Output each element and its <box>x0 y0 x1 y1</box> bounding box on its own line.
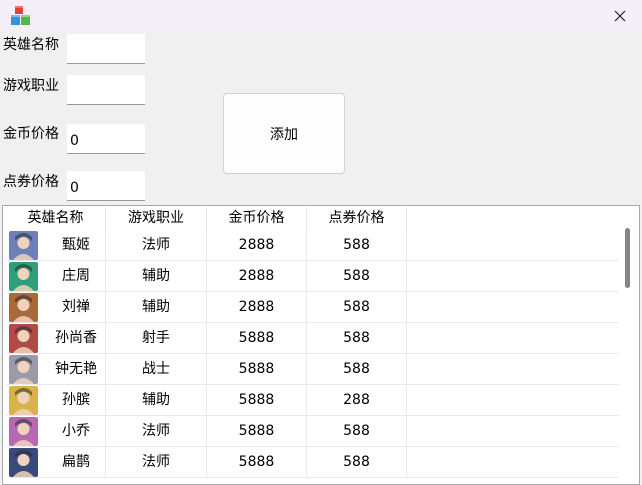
cell-voucher: 588 <box>307 354 407 384</box>
game-role-input[interactable] <box>67 75 145 105</box>
table-row[interactable]: 刘禅 辅助 2888 588 <box>6 292 619 323</box>
hero-name: 甄姬 <box>62 237 90 253</box>
cell-gold: 5888 <box>207 323 307 353</box>
table-row[interactable]: 小乔 法师 5888 588 <box>6 416 619 447</box>
cell-gold: 5888 <box>207 354 307 384</box>
table-row[interactable]: 孙膑 辅助 5888 288 <box>6 385 619 416</box>
cell-role: 法师 <box>106 230 207 260</box>
cell-role: 法师 <box>106 416 207 446</box>
cell-name: 孙膑 <box>6 385 106 415</box>
cell-voucher: 588 <box>307 261 407 291</box>
hero-avatar-icon <box>9 448 38 477</box>
vertical-scrollbar-thumb[interactable] <box>625 228 630 288</box>
cell-gold: 5888 <box>207 447 307 477</box>
hero-name: 孙尚香 <box>55 330 97 346</box>
cell-gold: 5888 <box>207 416 307 446</box>
cell-gold: 2888 <box>207 230 307 260</box>
table-row[interactable]: 扁鹊 法师 5888 588 <box>6 447 619 478</box>
hero-name: 刘禅 <box>62 299 90 315</box>
cell-name: 孙尚香 <box>6 323 106 353</box>
cell-role: 辅助 <box>106 261 207 291</box>
cell-voucher: 288 <box>307 385 407 415</box>
column-header-voucher[interactable]: 点券价格 <box>307 207 407 230</box>
hero-name: 孙膑 <box>62 392 90 408</box>
hero-name: 小乔 <box>62 423 90 439</box>
table-row[interactable]: 钟无艳 战士 5888 588 <box>6 354 619 385</box>
table-header: 英雄名称 游戏职业 金币价格 点券价格 <box>6 207 606 230</box>
cell-role: 辅助 <box>106 385 207 415</box>
column-header-gold[interactable]: 金币价格 <box>207 207 307 230</box>
hero-avatar-icon <box>9 355 38 384</box>
cell-gold: 2888 <box>207 261 307 291</box>
cell-gold: 2888 <box>207 292 307 322</box>
hero-name: 扁鹊 <box>62 454 90 470</box>
cell-role: 战士 <box>106 354 207 384</box>
title-bar <box>0 0 642 32</box>
cell-voucher: 588 <box>307 416 407 446</box>
cell-role: 射手 <box>106 323 207 353</box>
game-role-label: 游戏职业 <box>3 78 59 94</box>
cubes-app-icon <box>11 6 30 25</box>
hero-name: 庄周 <box>62 268 90 284</box>
gold-price-input[interactable] <box>67 124 145 154</box>
voucher-price-label: 点券价格 <box>3 174 59 190</box>
table-row[interactable]: 甄姬 法师 2888 588 <box>6 230 619 261</box>
cell-name: 扁鹊 <box>6 447 106 477</box>
cell-role: 法师 <box>106 447 207 477</box>
close-icon <box>614 10 626 22</box>
close-button[interactable] <box>598 0 642 32</box>
hero-name: 钟无艳 <box>55 361 97 377</box>
cell-voucher: 588 <box>307 292 407 322</box>
voucher-price-input[interactable] <box>67 171 145 201</box>
hero-avatar-icon <box>9 262 38 291</box>
cell-name: 刘禅 <box>6 292 106 322</box>
hero-table[interactable]: 英雄名称 游戏职业 金币价格 点券价格 甄姬 法师 2888 588 庄周 辅助 2888 5… <box>2 205 640 485</box>
cell-voucher: 588 <box>307 230 407 260</box>
cell-name: 庄周 <box>6 261 106 291</box>
column-header-role[interactable]: 游戏职业 <box>106 207 207 230</box>
cell-gold: 5888 <box>207 385 307 415</box>
cell-voucher: 588 <box>307 447 407 477</box>
gold-price-label: 金币价格 <box>3 126 59 142</box>
hero-avatar-icon <box>9 231 38 260</box>
add-button[interactable]: 添加 <box>223 93 345 174</box>
cell-name: 甄姬 <box>6 230 106 260</box>
cell-voucher: 588 <box>307 323 407 353</box>
cell-name: 钟无艳 <box>6 354 106 384</box>
hero-name-label: 英雄名称 <box>3 37 59 53</box>
hero-avatar-icon <box>9 293 38 322</box>
cell-role: 辅助 <box>106 292 207 322</box>
table-row[interactable]: 孙尚香 射手 5888 588 <box>6 323 619 354</box>
table-row[interactable]: 庄周 辅助 2888 588 <box>6 261 619 292</box>
hero-avatar-icon <box>9 386 38 415</box>
hero-avatar-icon <box>9 324 38 353</box>
hero-name-input[interactable] <box>67 34 145 64</box>
column-header-name[interactable]: 英雄名称 <box>6 207 106 230</box>
hero-avatar-icon <box>9 417 38 446</box>
cell-name: 小乔 <box>6 416 106 446</box>
